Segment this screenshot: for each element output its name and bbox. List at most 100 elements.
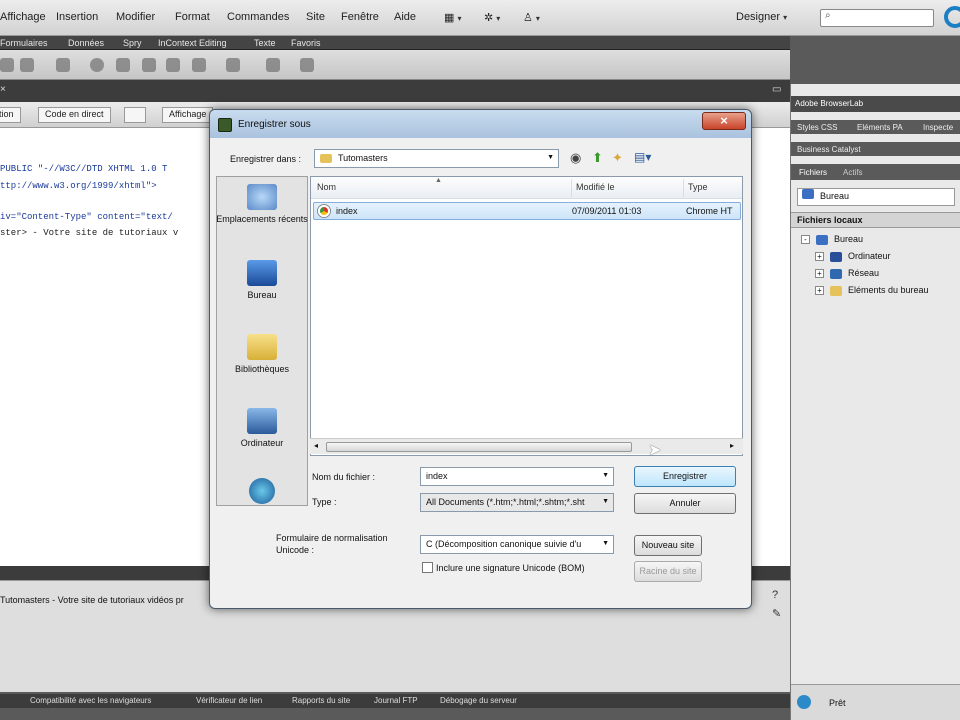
- cs-live-icon[interactable]: [944, 6, 960, 28]
- toolbar-icon[interactable]: [192, 58, 206, 72]
- tab-server-debug[interactable]: Débogage du serveur: [440, 696, 517, 705]
- menu-fenetre[interactable]: Fenêtre: [341, 11, 379, 23]
- page-title-field[interactable]: Tutomasters - Votre site de tutoriaux vi…: [0, 595, 184, 605]
- edit-icon[interactable]: ✎: [772, 607, 781, 620]
- site-root-button[interactable]: Racine du site: [634, 561, 702, 582]
- up-folder-icon[interactable]: ⬆: [592, 150, 603, 166]
- files-status: Prêt: [791, 684, 960, 720]
- column-type[interactable]: Type: [683, 179, 708, 197]
- bom-checkbox[interactable]: [422, 562, 433, 573]
- tree-item-bureau[interactable]: - Bureau: [801, 234, 863, 245]
- save-in-select[interactable]: Tutomasters ▼: [314, 149, 559, 168]
- toolbar-icon[interactable]: [90, 58, 104, 72]
- expand-icon[interactable]: +: [815, 269, 824, 279]
- save-button[interactable]: Enregistrer: [634, 466, 736, 487]
- recent-places-icon: [247, 184, 277, 210]
- live-code-button[interactable]: Code en direct: [38, 107, 111, 123]
- tab-texte[interactable]: Texte: [254, 38, 276, 48]
- toolbar-icon[interactable]: [226, 58, 240, 72]
- right-panel: Adobe BrowserLab Styles CSS Eléments PA …: [790, 84, 960, 720]
- inspect-icon[interactable]: [124, 107, 146, 123]
- scroll-right-icon[interactable]: ▸: [730, 441, 734, 450]
- place-libraries[interactable]: Bibliothèques: [216, 334, 308, 374]
- restore-icon[interactable]: ▭: [772, 84, 781, 95]
- toolbar-icon[interactable]: [166, 58, 180, 72]
- new-folder-icon[interactable]: ✦: [612, 150, 623, 166]
- toolbar-icon[interactable]: [0, 58, 14, 72]
- file-list-header: [311, 177, 742, 199]
- filename-input[interactable]: index ▼: [420, 467, 614, 486]
- menu-commandes[interactable]: Commandes: [227, 11, 289, 23]
- document-tabs: × ▭: [0, 80, 790, 102]
- site-location-select[interactable]: Bureau: [797, 188, 955, 206]
- menu-aide[interactable]: Aide: [394, 11, 416, 23]
- cancel-button[interactable]: Annuler: [634, 493, 736, 514]
- layout-icon[interactable]: ▦ ▾: [444, 11, 461, 24]
- view-button[interactable]: Affichage: [162, 107, 214, 123]
- tree-item-desktop-elements[interactable]: + Eléments du bureau: [815, 285, 929, 296]
- tab-formulaires[interactable]: Formulaires: [0, 38, 48, 48]
- tab-ap-elements[interactable]: Eléments PA: [857, 123, 903, 132]
- menu-site[interactable]: Site: [306, 11, 325, 23]
- file-row[interactable]: index 07/09/2011 01:03 Chrome HT: [313, 202, 741, 220]
- tab-ftp-log[interactable]: Journal FTP: [374, 696, 418, 705]
- expand-icon[interactable]: +: [815, 252, 824, 262]
- view-menu-icon[interactable]: ▤▾: [634, 150, 651, 164]
- tab-site-reports[interactable]: Rapports du site: [292, 696, 350, 705]
- bom-label: Inclure une signature Unicode (BOM): [436, 563, 585, 573]
- file-list[interactable]: Nom ▲ Modifié le Type index 07/09/2011 0…: [310, 176, 743, 456]
- column-name[interactable]: Nom: [317, 179, 336, 197]
- search-input[interactable]: ⌕: [820, 9, 934, 27]
- toolbar-icon[interactable]: [116, 58, 130, 72]
- tab-inspect[interactable]: Inspecte: [923, 123, 953, 132]
- column-modified[interactable]: Modifié le: [571, 179, 615, 197]
- place-recent[interactable]: Emplacements récents: [216, 184, 308, 224]
- place-label: Bibliothèques: [234, 364, 290, 374]
- close-button[interactable]: ×: [702, 112, 746, 130]
- toolbar-icon[interactable]: [56, 58, 70, 72]
- local-files-label: Fichiers locaux: [797, 215, 863, 225]
- menu-modifier[interactable]: Modifier: [116, 11, 155, 23]
- mouse-cursor-icon: ➤: [648, 442, 662, 459]
- tab-assets[interactable]: Actifs: [843, 168, 863, 177]
- collapse-icon[interactable]: -: [801, 235, 810, 245]
- tab-browserlab[interactable]: Adobe BrowserLab: [795, 99, 863, 108]
- tab-business-catalyst[interactable]: Business Catalyst: [797, 145, 861, 154]
- tree-item-reseau[interactable]: + Réseau: [815, 268, 879, 279]
- place-computer[interactable]: Ordinateur: [216, 408, 308, 448]
- menu-affichage[interactable]: Affichage: [0, 11, 46, 23]
- user-icon[interactable]: ♙ ▾: [523, 11, 540, 24]
- dialog-titlebar[interactable]: Enregistrer sous: [210, 110, 751, 138]
- workspace-switcher[interactable]: Designer ▾: [736, 11, 787, 23]
- tab-spry[interactable]: Spry: [123, 38, 142, 48]
- toolbar-icon[interactable]: [266, 58, 280, 72]
- filetype-select[interactable]: All Documents (*.htm;*.html;*.shtm;*.sht…: [420, 493, 614, 512]
- menu-insertion[interactable]: Insertion: [56, 11, 98, 23]
- tab-donnees[interactable]: Données: [68, 38, 104, 48]
- toolbar-icon[interactable]: [142, 58, 156, 72]
- close-icon[interactable]: ×: [0, 84, 6, 95]
- back-icon[interactable]: ◉: [570, 150, 581, 166]
- tree-item-ordinateur[interactable]: + Ordinateur: [815, 251, 891, 262]
- place-desktop[interactable]: Bureau: [216, 260, 308, 300]
- tab-files[interactable]: Fichiers: [799, 168, 827, 177]
- scroll-left-icon[interactable]: ◂: [314, 441, 318, 450]
- horizontal-scrollbar[interactable]: ◂ ▸: [310, 438, 743, 454]
- expand-icon[interactable]: +: [815, 286, 824, 296]
- tab-css-styles[interactable]: Styles CSS: [797, 123, 837, 132]
- split-button[interactable]: tion: [0, 107, 21, 123]
- code-line: ster> - Votre site de tutoriaux v: [0, 228, 179, 238]
- toolbar-icon[interactable]: [20, 58, 34, 72]
- tab-incontext[interactable]: InContext Editing: [158, 38, 227, 48]
- place-network[interactable]: [216, 478, 308, 508]
- menu-format[interactable]: Format: [175, 11, 210, 23]
- toolbar-icon[interactable]: [300, 58, 314, 72]
- scroll-thumb[interactable]: [326, 442, 632, 452]
- normalization-select[interactable]: C (Décomposition canonique suivie d'u ▼: [420, 535, 614, 554]
- tab-link-checker[interactable]: Vérificateur de lien: [196, 696, 262, 705]
- help-icon[interactable]: ?: [772, 589, 778, 601]
- gear-icon[interactable]: ✲ ▾: [484, 11, 500, 24]
- new-site-button[interactable]: Nouveau site: [634, 535, 702, 556]
- tab-favoris[interactable]: Favoris: [291, 38, 321, 48]
- tab-browser-compat[interactable]: Compatibilité avec les navigateurs: [30, 696, 151, 705]
